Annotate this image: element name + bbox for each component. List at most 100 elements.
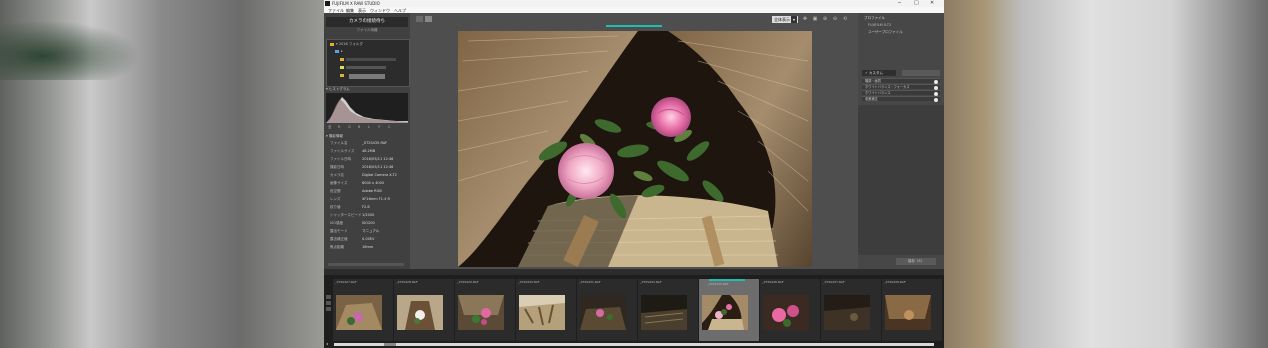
info-row: ファイル日時 2018/05/11 12:46 [330,157,394,161]
app-logo-icon [325,1,330,6]
conversion-progress-bar [606,25,662,27]
filmstrip-toolbar [324,269,944,275]
app-window: FUJIFILM X RAW STUDIO ─ □ ✕ ファイル 編集 表示 ウ… [324,0,944,348]
folder-icon [335,50,339,53]
thumbnail[interactable]: _XT2S427.RAF [333,279,393,341]
close-button[interactable]: ✕ [930,0,934,6]
main-photo[interactable] [458,31,812,267]
info-row: カメラ名 Digital Camera X-T2 [330,173,397,177]
folder-tree[interactable]: ▾ 2018 フォルダ ▸ [326,39,410,87]
minimize-button[interactable]: ─ [898,0,901,6]
panel-lens-correction[interactable]: 収差補正 [862,96,940,102]
selection-indicator [709,279,745,281]
thumbnail[interactable]: _XT2S428.RAF [394,279,454,341]
filmstrip-tools [326,295,332,319]
left-panel: カメラの接続待ち ファイル待機 ▾ 2018 フォルダ ▸ ▾ ヒストグラム 全… [324,13,410,269]
title-bar: FUJIFILM X RAW STUDIO ─ □ ✕ [324,0,944,7]
window-title: FUJIFILM X RAW STUDIO [332,1,380,6]
fit-icon[interactable]: ▣ [812,16,818,22]
info-row: 撮影日時 2018/05/11 12:46 [330,165,394,169]
histogram-tab[interactable]: L [368,125,370,129]
info-row: 焦点距離 16mm [330,245,374,249]
filmstrip: _XT2S427.RAF _XT2S428.RAF _XT2S429.RAF _… [324,269,944,348]
thumbnail-image [580,295,626,330]
rotate-icon[interactable]: ⟲ [842,16,848,22]
info-row: ファイル名 _XT2S435.RAF [330,141,388,145]
thumbnail-image [458,295,504,330]
histogram-tab[interactable]: Y [378,125,380,129]
tree-row[interactable]: ▸ [341,49,343,53]
adjust-tabs: ✓ カスタム [862,70,940,76]
tree-row[interactable]: ▾ 2018 フォルダ [336,42,363,47]
histogram-tab[interactable]: R [338,125,340,129]
thumbnail-image [641,295,687,330]
profile-select[interactable]: FUJIFILM X-T2 [868,23,891,27]
thumbnail[interactable]: _XT2S430.RAF [516,279,576,341]
chevron-down-icon: ▾ [791,16,797,23]
info-header[interactable]: ▾ 撮影情報 [326,134,343,139]
image-viewer: 全体表示 ▾ ✥ ▣ ⊕ ⊖ ⟲ [410,13,858,269]
thumbnail-image [519,295,565,330]
panel-tone-quality[interactable]: 階調・画質 [862,78,940,84]
folder-icon [340,66,344,69]
histogram-tab[interactable]: 全 [328,125,332,130]
tree-row[interactable] [346,58,396,61]
histogram-tab[interactable]: C [388,125,390,129]
histogram-tabs[interactable]: 全 R G B L Y C [326,125,408,131]
thumbnail[interactable]: _XT2S431.RAF [577,279,637,341]
pan-tool-icon[interactable]: ✥ [802,16,808,22]
chevron-left-icon[interactable]: ◂ [326,341,328,346]
panel-empty-area [858,105,944,255]
scrollbar-thumb[interactable] [384,343,396,346]
thumbnail[interactable]: _XT2S429.RAF [455,279,515,341]
maximize-button[interactable]: □ [914,0,919,6]
single-view-button[interactable] [416,16,423,22]
folder-icon [330,43,334,46]
left-panel-scrollbar[interactable] [328,263,404,266]
thumbnail-image [397,295,443,330]
zoom-in-icon[interactable]: ⊕ [822,16,828,22]
thumbnail-image [763,295,809,330]
zoom-out-icon[interactable]: ⊖ [832,16,838,22]
thumbnail-image [885,295,931,330]
histogram-tab[interactable]: B [358,125,360,129]
info-row: 露出モード マニュアル [330,229,380,233]
expand-icon [934,79,938,84]
histogram [326,93,408,123]
folder-icon [340,74,344,77]
panel-white-balance[interactable]: ホワイトバランス [862,90,940,96]
thumbnail-selected[interactable]: _XT2S435.RAF [699,279,759,341]
camera-connect-button[interactable]: カメラの接続待ち [326,17,408,27]
blurred-background-right [944,0,1268,348]
thumbnail[interactable]: _XT2S437.RAF [821,279,881,341]
tab-other[interactable] [902,70,940,76]
camera-status-text: ファイル待機 [356,28,378,32]
expand-icon [934,91,938,96]
thumbnail[interactable]: _XT2S432.RAF [638,279,698,341]
tree-row[interactable] [346,66,386,69]
thumbnail[interactable]: _XT2S436.RAF [760,279,820,341]
info-row: レンズ XF16mm F1.4 R [330,197,390,201]
histogram-tab[interactable]: G [348,125,351,129]
info-row: 露出補正値 0.00EV [330,237,375,241]
panel-wb-focus[interactable]: ホワイトバランス・フォーカス [862,84,940,90]
blurred-background-left [0,0,324,348]
thumbnail[interactable]: _XT2S438.RAF [882,279,942,341]
histogram-header[interactable]: ▾ ヒストグラム [326,87,350,92]
tab-custom[interactable]: ✓ カスタム [862,70,896,76]
filter-icon[interactable] [326,301,331,305]
info-row: ISO感度 ISO200 [330,221,375,225]
sort-icon[interactable] [326,295,331,299]
tree-row-selected[interactable] [349,74,385,79]
info-row: シャッタースピード1/2000 [330,213,375,217]
profile-header: プロファイル [864,16,885,20]
info-row: 画像サイズ 6000 x 4000 [330,181,385,185]
user-profile-label[interactable]: ユーザープロファイル [868,30,903,35]
filmstrip-scrollbar[interactable] [334,343,934,346]
compare-view-button[interactable] [425,16,432,22]
zoom-select[interactable]: 全体表示 ▾ [772,16,798,23]
save-button[interactable]: 保存（S） [896,258,936,265]
thumbnail-image [336,295,382,330]
thumbnail-image [824,295,870,330]
view-icon[interactable] [326,307,331,311]
